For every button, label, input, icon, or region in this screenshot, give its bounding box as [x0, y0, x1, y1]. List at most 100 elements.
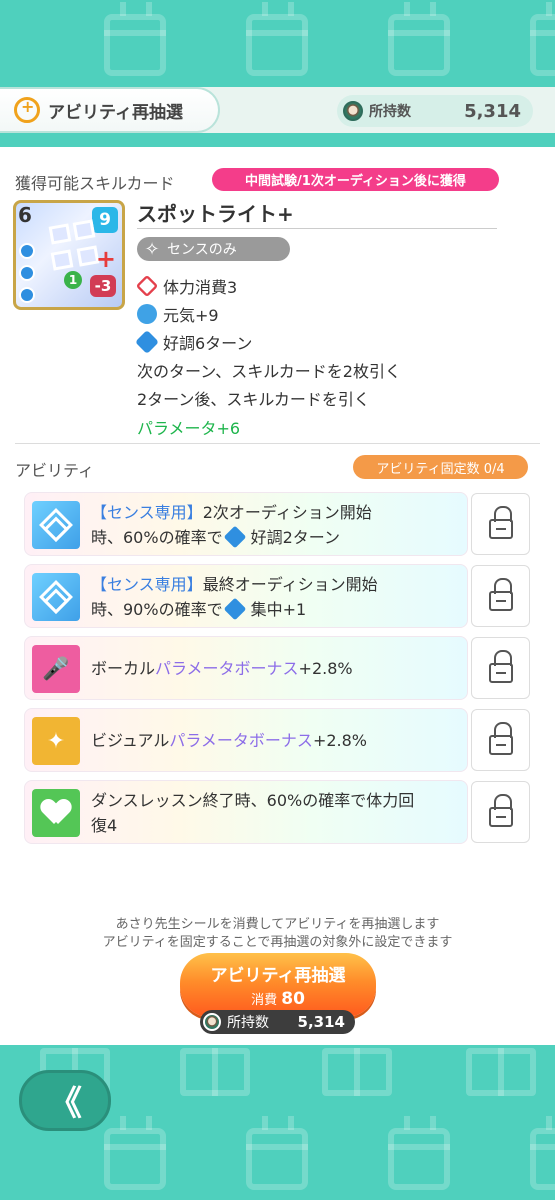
redraw-tab-label: アビリティ再抽選 [48, 102, 183, 123]
asari-seal-icon [343, 101, 363, 121]
effect-draw-two-turns: 2ターン後、スキルカードを引く [137, 390, 370, 409]
ability-row: ✦ ビジュアルパラメータボーナス+2.8% [24, 708, 468, 772]
clock-icon [19, 243, 35, 259]
effect-good-condition: 好調6ターン [134, 329, 253, 355]
unlock-icon [488, 722, 513, 755]
ability-row: 【センス専用】最終オーディション開始 時、90%の確率で 集中+1 [24, 564, 468, 628]
ability-value: +2.8% [312, 731, 367, 750]
calendar-pattern-icon [530, 2, 555, 76]
effect-stamina: 体力消費3 [135, 274, 238, 298]
visual-icon: ✦ [32, 717, 80, 765]
book-pattern-icon [322, 1048, 392, 1096]
ability-text-part: 復4 [91, 816, 118, 835]
ability-text-part: 時、90%の確率で [91, 600, 223, 619]
concentration-icon [223, 597, 246, 621]
ability-text-part: ビジュアル [91, 731, 170, 750]
owned-label: 所持数 [227, 1015, 269, 1031]
calendar-pattern-icon [246, 2, 308, 76]
info-text-line2: アビリティを固定することで再抽選の対象外に設定できます [102, 935, 453, 950]
owned-count-small: 所持数 5,314 [200, 1010, 355, 1034]
ability-text: 【センス専用】最終オーディション開始 時、90%の確率で 集中+1 [91, 572, 461, 622]
stamina-icon [135, 274, 159, 298]
ability-redraw-button[interactable]: アビリティ再抽選 消費 80 [180, 953, 376, 1017]
cost-value: 80 [281, 989, 305, 1009]
calendar-pattern-icon [388, 2, 450, 76]
good-condition-icon [223, 525, 246, 549]
ability-text-part: ダンスレッスン終了時、60%の確率で体力回 [91, 791, 415, 810]
unlock-icon [488, 650, 513, 683]
calendar-pattern-icon [104, 1116, 166, 1190]
sense-icon [32, 501, 80, 549]
ability-text-part: ボーカル [91, 659, 156, 678]
clock-icon [19, 265, 35, 281]
parameter-bonus-label: パラメータボーナス [169, 731, 313, 750]
card-stamina-badge: -3 [90, 275, 116, 297]
ability-redraw-tab: アビリティ再抽選 [0, 87, 220, 133]
card-art-square [50, 249, 74, 271]
calendar-pattern-icon [104, 2, 166, 76]
ability-text-part: 最終オーディション開始 [202, 575, 378, 594]
sense-only-tag: ✧ センスのみ [137, 237, 290, 261]
sense-exclusive-label: 【センス専用】 [91, 503, 203, 522]
card-level-badge: 1 [64, 271, 82, 289]
ability-value: +2.8% [298, 659, 353, 678]
owned-value: 5,314 [464, 100, 521, 122]
ability-text: ビジュアルパラメータボーナス+2.8% [91, 728, 461, 753]
effect-parameter: パラメータ+6 [137, 419, 241, 438]
sense-exclusive-label: 【センス専用】 [91, 575, 203, 594]
lock-button[interactable] [471, 565, 530, 627]
ability-text: 【センス専用】2次オーディション開始 時、60%の確率で 好調2ターン [91, 500, 461, 550]
effect-text: 好調6ターン [163, 334, 253, 353]
unlock-icon [488, 794, 513, 827]
lock-button[interactable] [471, 709, 530, 771]
redraw-icon [14, 97, 40, 123]
redraw-button-label: アビリティ再抽選 [210, 966, 346, 986]
owned-count-display: 所持数 5,314 [337, 95, 533, 127]
vigor-icon [137, 304, 157, 324]
card-cost: 6 [18, 203, 32, 227]
owned-value: 5,314 [297, 1013, 345, 1031]
owned-label: 所持数 [369, 104, 411, 120]
lock-button[interactable] [471, 781, 530, 843]
unlock-icon [488, 506, 513, 539]
ability-row: 🎤 ボーカルパラメータボーナス+2.8% [24, 636, 468, 700]
ability-fixed-count-badge: アビリティ固定数 0/4 [353, 455, 528, 479]
good-condition-icon [134, 329, 160, 355]
effect-text: 元気+9 [163, 306, 219, 325]
effect-draw-next-turn: 次のターン、スキルカードを2枚引く [137, 362, 401, 381]
unlock-icon [488, 578, 513, 611]
clock-icon [19, 287, 35, 303]
ability-text-part: 2次オーディション開始 [202, 503, 372, 522]
redraw-cost: 消費 80 [180, 989, 376, 1009]
card-art-square [72, 219, 96, 241]
card-shield-badge: 9 [92, 207, 118, 233]
card-name-divider [137, 228, 497, 229]
skill-card-image[interactable]: 6 9 + 1 -3 [13, 200, 125, 310]
heart-icon [32, 789, 80, 837]
ability-text: ボーカルパラメータボーナス+2.8% [91, 656, 461, 681]
acquisition-timing-badge: 中間試験/1次オーディション後に獲得 [212, 168, 499, 191]
ability-effect: 集中+1 [250, 600, 307, 619]
book-pattern-icon [180, 1048, 250, 1096]
ability-row: 【センス専用】2次オーディション開始 時、60%の確率で 好調2ターン [24, 492, 468, 556]
calendar-pattern-icon [246, 1116, 308, 1190]
double-chevron-left-icon: 《 [48, 1084, 82, 1124]
book-pattern-icon [466, 1048, 536, 1096]
ability-text-part: 時、60%の確率で [91, 528, 223, 547]
calendar-pattern-icon [388, 1116, 450, 1190]
card-art-square [48, 223, 72, 245]
ability-effect: 好調2ターン [250, 528, 340, 547]
cost-label: 消費 [251, 993, 278, 1008]
sense-plan-icon: ✧ [144, 238, 160, 260]
sense-icon [32, 573, 80, 621]
ability-text: ダンスレッスン終了時、60%の確率で体力回 復4 [91, 788, 461, 838]
section-divider [15, 443, 540, 444]
back-button[interactable]: 《 [19, 1070, 111, 1131]
vocal-icon: 🎤 [32, 645, 80, 693]
lock-button[interactable] [471, 637, 530, 699]
effect-text: 体力消費3 [163, 278, 238, 297]
skill-card-name: スポットライト+ [137, 202, 294, 226]
ability-row: ダンスレッスン終了時、60%の確率で体力回 復4 [24, 780, 468, 844]
lock-button[interactable] [471, 493, 530, 555]
parameter-bonus-label: パラメータボーナス [155, 659, 299, 678]
